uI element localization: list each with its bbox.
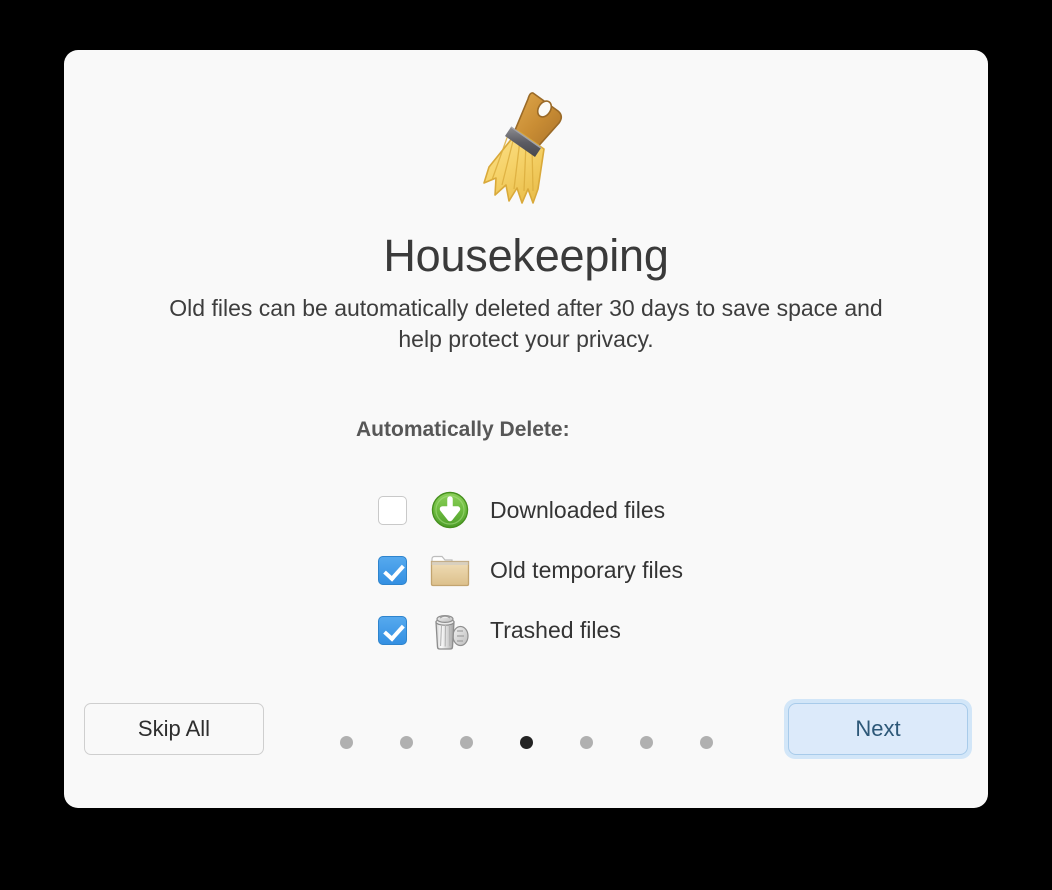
dialog-body: Housekeeping Old files can be automatica… — [64, 50, 988, 688]
trash-icon — [428, 608, 472, 652]
next-button[interactable]: Next — [788, 703, 968, 755]
page-subtitle: Old files can be automatically deleted a… — [169, 295, 883, 353]
folder-icon — [428, 548, 472, 592]
pagination-dot[interactable] — [579, 736, 593, 749]
checkbox-old-temporary-files[interactable] — [378, 555, 407, 585]
pagination-dot[interactable] — [339, 736, 353, 749]
pagination-dot[interactable] — [459, 736, 473, 749]
option-label: Trashed files — [490, 616, 621, 643]
next-button-focus-ring: Next — [784, 699, 972, 759]
option-label: Old temporary files — [490, 556, 684, 583]
option-list: Downloaded files Old temporary files Tra… — [378, 480, 898, 660]
housekeeping-dialog: Housekeeping Old files can be automatica… — [64, 50, 988, 808]
pagination-dot-active[interactable] — [519, 736, 533, 749]
dialog-footer: Skip All Next — [64, 688, 988, 808]
checkbox-trashed-files[interactable] — [378, 615, 407, 645]
section-heading: Automatically Delete: — [356, 418, 570, 441]
page-title: Housekeeping — [383, 230, 669, 281]
option-row-downloaded-files[interactable]: Downloaded files — [378, 480, 898, 540]
option-label: Downloaded files — [490, 496, 666, 523]
pagination-dot[interactable] — [699, 736, 713, 749]
pagination-dot[interactable] — [399, 736, 413, 749]
download-icon — [428, 488, 472, 532]
option-row-old-temporary-files[interactable]: Old temporary files — [378, 540, 898, 600]
broom-icon — [64, 80, 988, 210]
screen: Housekeeping Old files can be automatica… — [0, 0, 1052, 890]
option-row-trashed-files[interactable]: Trashed files — [378, 600, 898, 660]
checkbox-downloaded-files[interactable] — [378, 495, 407, 525]
pagination-dot[interactable] — [639, 736, 653, 749]
